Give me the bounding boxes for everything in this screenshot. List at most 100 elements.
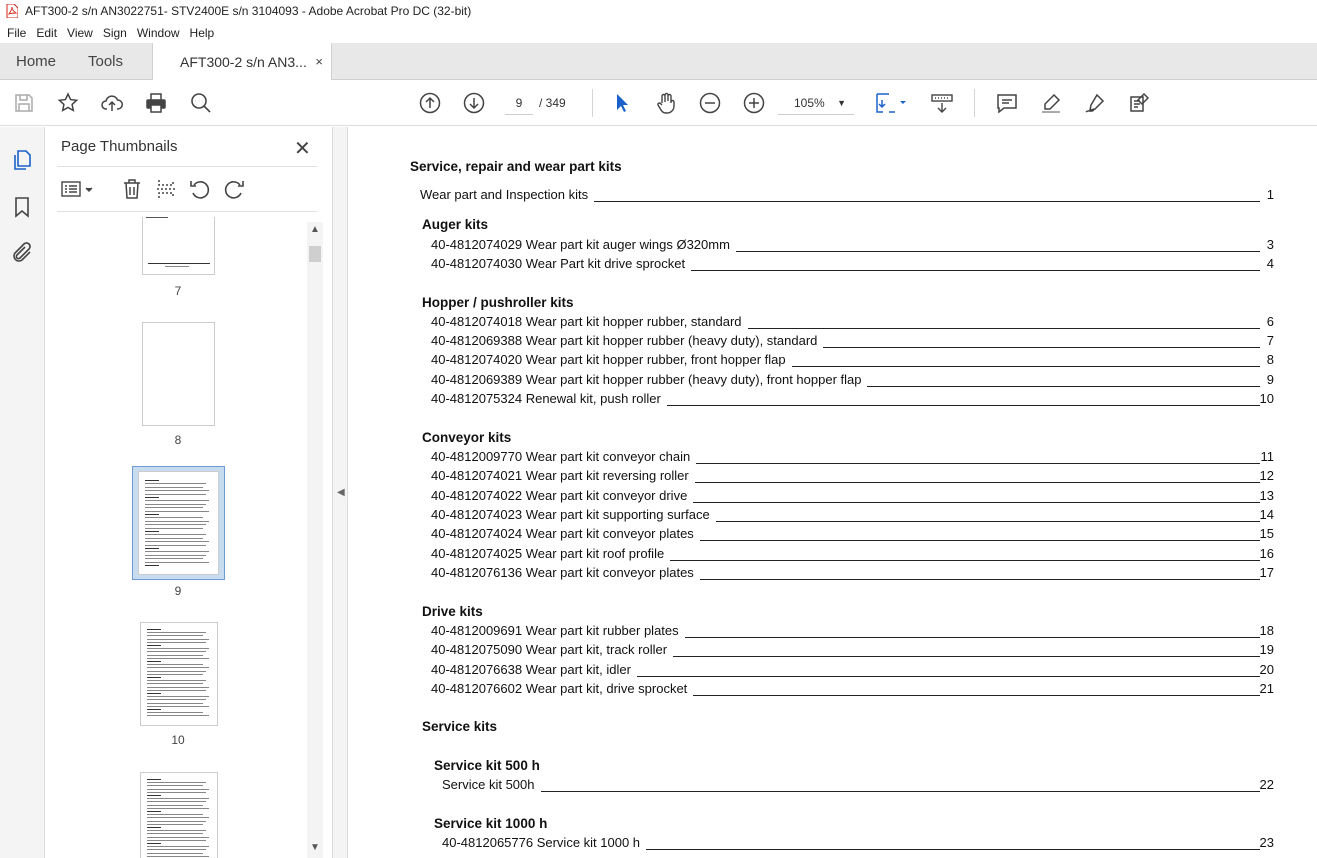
star-icon[interactable] [56,91,80,115]
toc-entry[interactable]: 40-4812074030 Wear Part kit drive sprock… [431,256,1274,272]
toc-entry[interactable]: 40-4812076136 Wear part kit conveyor pla… [431,565,1274,581]
thumbnail-text-line [145,537,203,539]
toc-entry[interactable]: 40-4812076638 Wear part kit, idler 20 [431,662,1274,678]
select-cursor-icon[interactable] [610,91,634,115]
zoom-out-icon[interactable] [698,91,722,115]
thumbnail-text-line [147,632,206,634]
toc-entry[interactable]: 40-4812074024 Wear part kit conveyor pla… [431,526,1274,542]
toc-entry-title: 40-4812076136 Wear part kit conveyor pla… [431,565,696,580]
thumbnail-text-line [145,544,206,546]
page-thumbnails-icon[interactable] [10,148,34,172]
thumbnail-text-line [147,836,209,838]
document-view[interactable]: Service, repair and wear part kits Wear … [348,127,1317,858]
thumbnail-text-line [147,696,209,698]
toc-entry[interactable]: 40-4812076602 Wear part kit, drive sproc… [431,681,1274,697]
toc-entry[interactable]: 40-4812074021 Wear part kit reversing ro… [431,468,1274,484]
thumbnail-scrollbar[interactable]: ▲ ▼ [307,222,323,858]
scroll-down-icon[interactable]: ▼ [310,842,320,853]
thumbnail-list[interactable]: 7 8 9 10 [45,217,332,858]
toc-entry[interactable]: 40-4812075324 Renewal kit, push roller 10 [431,391,1274,407]
tab-close-icon[interactable]: × [315,54,323,69]
upload-cloud-icon[interactable] [100,91,124,115]
close-panel-icon[interactable]: ✕ [294,136,311,161]
toc-leader-line [748,328,1260,329]
stamp-icon[interactable] [1127,91,1151,115]
zoom-in-icon[interactable] [742,91,766,115]
toc-entry[interactable]: 40-4812069389 Wear part kit hopper rubbe… [431,372,1274,388]
toc-entry[interactable]: 40-4812069388 Wear part kit hopper rubbe… [431,333,1274,349]
thumbnail-text-line [147,699,206,701]
toc-entry-title: 40-4812076602 Wear part kit, drive sproc… [431,681,690,696]
panel-title: Page Thumbnails [61,138,178,155]
toc-entry[interactable]: Wear part and Inspection kits 1 [420,187,1274,203]
rotate-left-icon[interactable] [188,177,212,201]
attachment-icon[interactable] [10,241,34,265]
save-icon[interactable] [12,91,36,115]
toc-entry[interactable]: 40-4812074022 Wear part kit conveyor dri… [431,488,1274,504]
menu-window[interactable]: Window [132,26,185,40]
hand-tool-icon[interactable] [654,91,678,115]
thumbnail-text-line [145,531,159,532]
toc-entry[interactable]: 40-4812074023 Wear part kit supporting s… [431,507,1274,523]
toc-entry-page: 19 [1259,642,1274,657]
zoom-level-select[interactable]: 105% ▼ [778,93,854,115]
toc-entry[interactable]: 40-4812065776 Service kit 1000 h 23 [442,835,1274,851]
collapse-panel-icon[interactable]: ◀ [337,487,345,498]
thumbnail-text-line [147,689,206,691]
page-fit-icon[interactable] [874,91,910,115]
menu-file[interactable]: File [2,26,31,40]
tab-home[interactable]: Home [16,43,56,80]
thumbnail-text-line [147,843,161,844]
menu-help[interactable]: Help [185,26,220,40]
thumbnail-text-line [145,554,206,556]
menu-sign[interactable]: Sign [98,26,132,40]
print-icon[interactable] [144,91,168,115]
thumbnail-page-11[interactable] [140,772,218,858]
thumbnail-text-line [147,811,161,812]
previous-page-icon[interactable] [418,91,442,115]
toc-leader-line [716,521,1260,522]
toc-section-heading: Service kit 1000 h [434,816,548,831]
toc-leader-line [637,676,1260,677]
toc-entry-title: 40-4812075324 Renewal kit, push roller [431,391,663,406]
tab-tools[interactable]: Tools [88,43,123,80]
panel-splitter[interactable]: ◀ [332,127,348,858]
thumbnail-page-10[interactable] [140,622,218,726]
toc-entry[interactable]: Service kit 500h 22 [442,777,1274,793]
scroll-up-icon[interactable]: ▲ [310,224,320,235]
page-number-input[interactable]: 9 [505,93,533,115]
toc-entry[interactable]: 40-4812074029 Wear part kit auger wings … [431,237,1274,253]
scroll-mode-icon[interactable] [930,91,954,115]
thumbnail-page-7[interactable] [142,217,215,275]
thumbnail-page-8[interactable] [142,322,215,426]
toc-section-heading: Service kits [422,719,498,734]
thumbnail-options-icon[interactable] [60,177,96,201]
toc-entry[interactable]: 40-4812075090 Wear part kit, track rolle… [431,642,1274,658]
thumbnail-text-line [145,480,159,481]
toc-entry[interactable]: 40-4812009691 Wear part kit rubber plate… [431,623,1274,639]
tab-document[interactable]: AFT300-2 s/n AN3... × [152,43,332,81]
rotate-right-icon[interactable] [222,177,246,201]
extract-page-icon[interactable] [154,177,178,201]
toc-entry-page: 7 [1266,333,1274,348]
toc-entry[interactable]: 40-4812074025 Wear part kit roof profile… [431,546,1274,562]
draw-pen-icon[interactable] [1083,91,1107,115]
bookmark-icon[interactable] [10,195,34,219]
scrollbar-thumb[interactable] [309,246,321,262]
next-page-icon[interactable] [462,91,486,115]
thumbnail-page-9[interactable] [138,471,219,575]
title-bar: AFT300-2 s/n AN3022751- STV2400E s/n 310… [0,0,1317,22]
toc-entry[interactable]: 40-4812009770 Wear part kit conveyor cha… [431,449,1274,465]
comment-icon[interactable] [995,91,1019,115]
toc-entry-title: 40-4812074025 Wear part kit roof profile [431,546,667,561]
menu-edit[interactable]: Edit [31,26,62,40]
menu-view[interactable]: View [62,26,98,40]
toc-entry[interactable]: 40-4812074020 Wear part kit hopper rubbe… [431,352,1274,368]
search-zoom-icon[interactable] [189,91,213,115]
delete-page-icon[interactable] [120,177,144,201]
thumbnail-text-line [147,667,209,669]
toc-leader-line [736,251,1260,252]
toc-entry[interactable]: 40-4812074018 Wear part kit hopper rubbe… [431,314,1274,330]
highlight-pen-icon[interactable] [1039,91,1063,115]
toc-main-title: Service, repair and wear part kits [410,159,622,174]
